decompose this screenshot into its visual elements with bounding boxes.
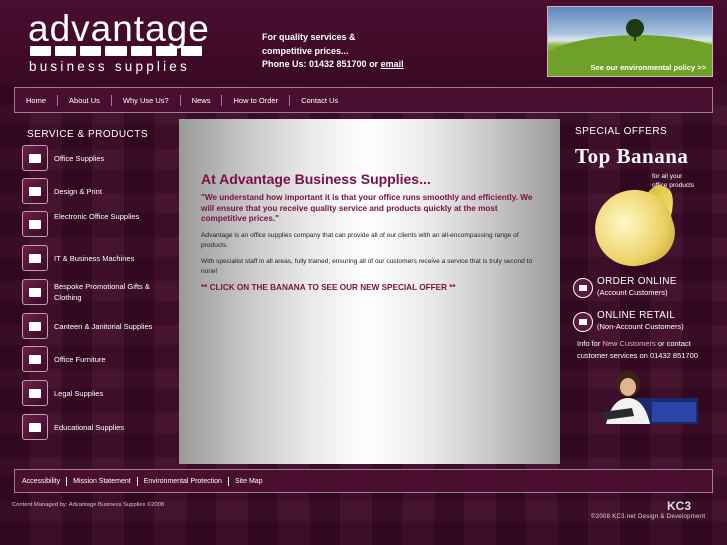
service-promotional-gifts[interactable]: Bespoke Promotional Gifts & Clothing <box>22 279 172 305</box>
nav-why-use-us[interactable]: Why Use Us? <box>123 94 181 106</box>
computer-icon <box>22 245 48 271</box>
main-content: At Advantage Business Supplies... "We un… <box>179 119 560 464</box>
service-label: Design & Print <box>54 186 102 196</box>
main-nav: Home About Us Why Use Us? News How to Or… <box>14 87 713 113</box>
gavel-icon <box>22 380 48 406</box>
electronics-icon <box>22 211 48 237</box>
service-office-supplies[interactable]: Office Supplies <box>22 145 172 171</box>
service-legal[interactable]: Legal Supplies <box>22 380 172 406</box>
electronics-icon <box>80 46 102 56</box>
furniture-icon <box>22 346 48 372</box>
info-prefix: Info for <box>577 339 603 348</box>
environmental-policy-banner[interactable]: See our environmental policy >> <box>547 6 713 77</box>
logo-icon-strip <box>30 46 202 57</box>
cart-icon <box>573 312 593 332</box>
kc3-logo[interactable]: KC3 <box>667 499 691 513</box>
online-retail-title: ONLINE RETAIL <box>597 310 676 321</box>
footer-site-map[interactable]: Site Map <box>235 477 269 486</box>
service-it-business[interactable]: IT & Business Machines <box>22 245 172 271</box>
tagline-line1: For quality services & <box>262 32 356 42</box>
footer-environmental-protection[interactable]: Environmental Protection <box>144 476 229 486</box>
intro-paragraph-1: Advantage is an office supplies company … <box>201 231 519 250</box>
header-tagline: For quality services & competitive price… <box>262 31 404 72</box>
nav-contact-us[interactable]: Contact Us <box>301 95 349 106</box>
service-electronic-office[interactable]: Electronic Office Supplies <box>22 211 172 237</box>
order-online-link[interactable]: ORDER ONLINE (Account Customers) <box>573 276 677 298</box>
printer-icon <box>55 46 77 56</box>
service-office-furniture[interactable]: Office Furniture <box>22 346 172 372</box>
canteen-icon <box>22 313 48 339</box>
online-retail-text: ONLINE RETAIL (Non-Account Customers) <box>597 310 684 332</box>
service-canteen[interactable]: Canteen & Janitorial Supplies <box>22 313 172 339</box>
service-design-print[interactable]: Design & Print <box>22 178 172 204</box>
bus-icon <box>22 414 48 440</box>
top-banana-title: Top Banana <box>575 144 689 168</box>
computer-icon <box>105 46 127 56</box>
gift-icon <box>22 279 48 305</box>
new-customers-link[interactable]: New Customers <box>602 339 655 348</box>
service-educational[interactable]: Educational Supplies <box>22 414 172 440</box>
logo-title[interactable]: advantage <box>28 10 210 47</box>
phone-text: Phone Us: 01432 851700 or <box>262 59 381 69</box>
service-label: Electronic Office Supplies <box>54 212 140 221</box>
envelope-icon <box>22 145 48 171</box>
service-label: IT & Business Machines <box>54 253 135 263</box>
special-offers-title: SPECIAL OFFERS <box>575 126 668 137</box>
new-customer-info: Info for New Customers or contact custom… <box>577 338 717 362</box>
online-retail-link[interactable]: ONLINE RETAIL (Non-Account Customers) <box>573 310 684 332</box>
service-label: Bespoke Promotional Gifts & Clothing <box>54 282 150 302</box>
phone-line: Phone Us: 01432 851700 or email <box>262 58 404 72</box>
envelope-icon <box>30 46 52 56</box>
nav-news[interactable]: News <box>192 94 223 106</box>
tagline-line2: competitive prices... <box>262 45 349 56</box>
order-online-text: ORDER ONLINE (Account Customers) <box>597 276 677 298</box>
order-online-title: ORDER ONLINE <box>597 276 677 287</box>
nav-about-us[interactable]: About Us <box>69 94 112 106</box>
bus-icon <box>180 46 202 56</box>
footer-accessibility[interactable]: Accessibility <box>22 476 68 486</box>
customer-service-photo <box>602 371 698 424</box>
top-banana-offer[interactable]: Top Banana for all your office products <box>575 144 705 277</box>
main-inner: At Advantage Business Supplies... "We un… <box>201 171 541 292</box>
service-label: Legal Supplies <box>54 388 104 398</box>
logo-subtitle: business supplies <box>29 59 190 74</box>
services-title: SERVICE & PRODUCTS <box>27 129 149 140</box>
page-title: At Advantage Business Supplies... <box>201 171 431 187</box>
mouse-icon <box>573 278 593 298</box>
customer-services-phone: 01432 851700 <box>649 351 698 360</box>
intro-quote: "We understand how important it is that … <box>201 193 533 223</box>
furniture-icon <box>155 46 177 56</box>
gift-icon <box>130 46 152 56</box>
footer-nav: Accessibility Mission Statement Environm… <box>14 469 713 493</box>
banana-sub-line1: for all your <box>652 173 683 180</box>
footer-credit: Content Managed by: Advantage Business S… <box>12 502 165 508</box>
env-policy-link[interactable]: See our environmental policy >> <box>591 63 706 72</box>
intro-paragraph-2: With specialist staff in all areas, full… <box>201 257 533 276</box>
banana-offer-cta: ** CLICK ON THE BANANA TO SEE OUR NEW SP… <box>201 282 456 292</box>
service-label: Office Supplies <box>54 153 105 163</box>
kc3-credit[interactable]: ©2008 KC3.net Design & Development <box>591 514 705 520</box>
service-label: Canteen & Janitorial Supplies <box>54 321 153 331</box>
nav-how-to-order[interactable]: How to Order <box>233 94 291 106</box>
email-link[interactable]: email <box>381 59 404 69</box>
service-label: Office Furniture <box>54 354 106 364</box>
printer-icon <box>22 178 48 204</box>
footer-mission-statement[interactable]: Mission Statement <box>73 476 138 486</box>
nav-home[interactable]: Home <box>26 94 59 106</box>
tree-trunk-graphic <box>634 33 636 41</box>
order-online-sub: (Account Customers) <box>597 288 668 297</box>
online-retail-sub: (Non-Account Customers) <box>597 322 684 331</box>
service-label: Educational Supplies <box>54 422 125 432</box>
